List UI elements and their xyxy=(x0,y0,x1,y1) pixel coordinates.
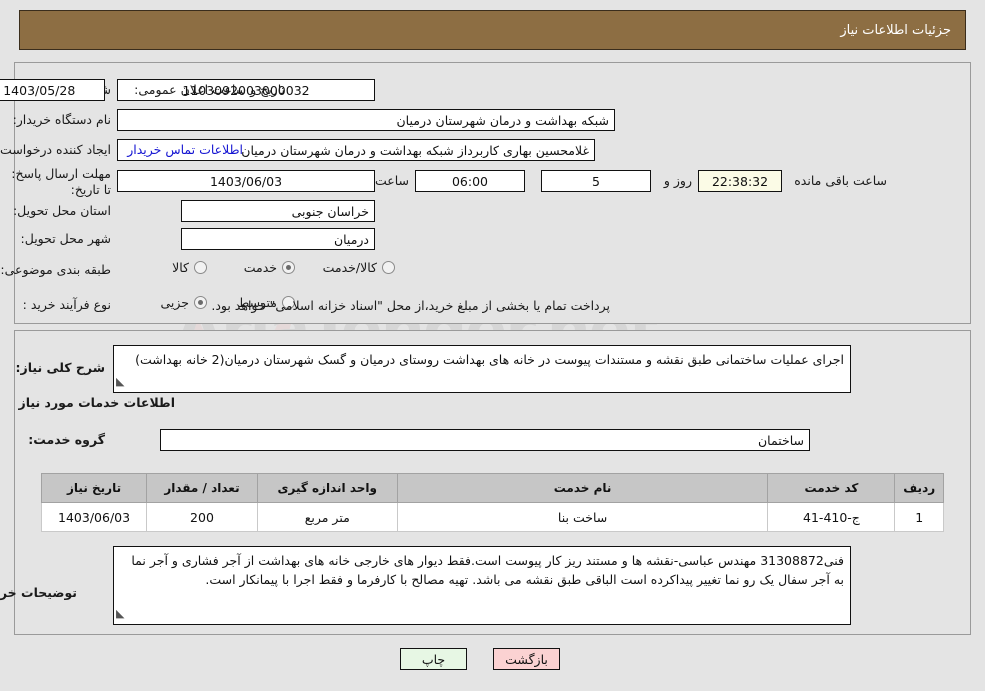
service-group-value: ساختمان xyxy=(160,429,810,451)
page-root: جزئیات اطلاعات نیاز AriaTender.net شماره… xyxy=(0,0,985,691)
payment-note: پرداخت تمام یا بخشی از مبلغ خرید،از محل … xyxy=(211,298,610,313)
remaining-suffix-label: ساعت باقی مانده xyxy=(794,173,887,188)
need-info-panel xyxy=(14,62,971,324)
category-option-label: کالا/خدمت xyxy=(322,260,377,275)
buyer-org-value: شبکه بهداشت و درمان شهرستان درمیان xyxy=(117,109,615,131)
province-label: استان محل تحویل: xyxy=(12,203,111,218)
countdown-timer: 22:38:32 xyxy=(698,170,782,192)
services-section-title: اطلاعات خدمات مورد نیاز xyxy=(18,395,176,410)
page-title: جزئیات اطلاعات نیاز xyxy=(840,22,951,38)
buyer-notes-text: فنی31308872 مهندس عباسی-نقشه ها و مستند … xyxy=(131,553,844,587)
table-col-service-name: نام خدمت xyxy=(396,473,769,503)
cell-service-code: ج-410-41 xyxy=(767,502,896,532)
radio-circle[interactable] xyxy=(382,261,395,274)
general-desc-label: شرح کلی نیاز: xyxy=(15,360,105,375)
table-col-quantity: تعداد / مقدار xyxy=(146,473,258,503)
process-option-label: جزیی xyxy=(160,295,189,310)
province-value: خراسان جنوبی xyxy=(181,200,375,222)
table-row: 1 ج-410-41 ساخت بنا متر مربع 200 1403/06… xyxy=(40,502,944,532)
service-group-label: گروه خدمت: xyxy=(28,432,105,447)
process-radio-jozei[interactable]: جزیی xyxy=(160,295,207,310)
general-desc-textarea[interactable]: اجرای عملیات ساختمانی طبق نقشه و مستندات… xyxy=(113,345,851,393)
days-remaining-value: 5 xyxy=(541,170,651,192)
buyer-notes-textarea[interactable]: فنی31308872 مهندس عباسی-نقشه ها و مستند … xyxy=(113,546,851,625)
category-option-label: کالا xyxy=(172,260,189,275)
general-desc-text: اجرای عملیات ساختمانی طبق نقشه و مستندات… xyxy=(135,352,844,367)
deadline-label: مهلت ارسال پاسخ: تا تاریخ: xyxy=(11,166,111,197)
category-option-label: خدمت xyxy=(243,260,277,275)
cell-need-date: 1403/06/03 xyxy=(40,502,148,532)
services-table: ردیف کد خدمت نام خدمت واحد اندازه گیری ت… xyxy=(40,473,944,532)
city-label: شهر محل تحویل: xyxy=(20,231,111,246)
category-radio-kala-khedmat[interactable]: کالا/خدمت xyxy=(323,260,395,275)
radio-circle[interactable] xyxy=(194,261,207,274)
resize-grip-icon[interactable]: ◢ xyxy=(116,604,124,623)
table-col-radif: ردیف xyxy=(894,473,944,503)
table-col-need-date: تاریخ نیاز xyxy=(40,473,148,503)
announce-datetime-value: 1403/05/28 - 06:12 xyxy=(0,79,105,101)
buyer-org-label: نام دستگاه خریدار: xyxy=(12,112,111,127)
process-label: نوع فرآیند خرید : xyxy=(22,297,111,312)
category-radio-kala[interactable]: کالا xyxy=(172,260,207,275)
cell-service-name: ساخت بنا xyxy=(396,502,769,532)
print-button[interactable]: چاپ xyxy=(400,648,467,670)
category-radio-khedmat[interactable]: خدمت xyxy=(244,260,295,275)
table-col-service-code: کد خدمت xyxy=(767,473,896,503)
announce-datetime-label: تاریخ و ساعت اعلان عمومی: xyxy=(134,82,285,97)
table-col-unit: واحد اندازه گیری xyxy=(256,473,398,503)
deadline-hour-label: ساعت xyxy=(374,173,409,188)
cell-quantity: 200 xyxy=(146,502,258,532)
back-button[interactable]: بازگشت xyxy=(493,648,560,670)
requester-label: ایجاد کننده درخواست: xyxy=(0,142,111,157)
city-value: درمیان xyxy=(181,228,375,250)
deadline-hour-value: 06:00 xyxy=(415,170,525,192)
radio-circle[interactable] xyxy=(282,261,295,274)
resize-grip-icon[interactable]: ◢ xyxy=(116,372,124,391)
table-header-row: ردیف کد خدمت نام خدمت واحد اندازه گیری ت… xyxy=(40,473,944,503)
cell-radif: 1 xyxy=(894,502,944,532)
days-and-label: روز و xyxy=(663,173,692,188)
page-header: جزئیات اطلاعات نیاز xyxy=(19,10,966,50)
deadline-date-value: 1403/06/03 xyxy=(117,170,375,192)
category-label: طبقه بندی موضوعی: xyxy=(0,262,111,277)
buyer-contact-link[interactable]: اطلاعات تماس خریدار xyxy=(127,142,243,157)
buyer-notes-label: توضیحات خریدار: xyxy=(0,585,77,600)
radio-circle[interactable] xyxy=(194,296,207,309)
cell-unit: متر مربع xyxy=(256,502,398,532)
